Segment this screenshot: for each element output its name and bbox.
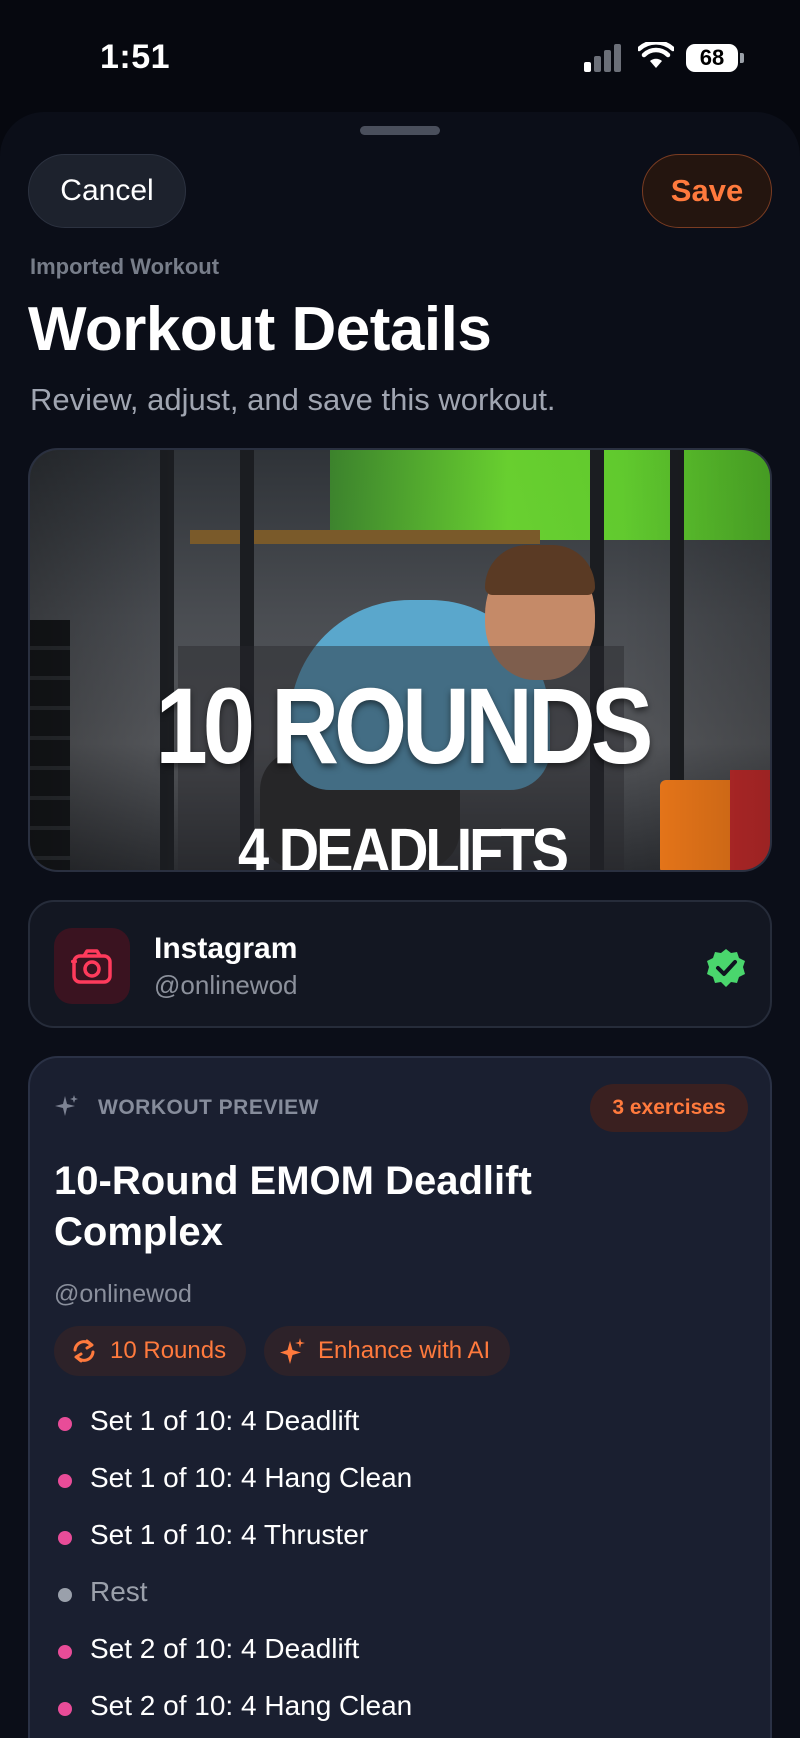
enhance-with-ai-label: Enhance with AI (318, 1337, 491, 1364)
verified-check-icon (707, 949, 745, 987)
list-item[interactable]: Set 1 of 10: 4 Thruster (54, 1506, 744, 1563)
rounds-chip[interactable]: 10 Rounds (54, 1326, 247, 1376)
exercise-count-badge: 3 exercises (590, 1084, 748, 1132)
camera-icon (54, 928, 130, 1004)
thumbnail-subline: 4 DEADLIFTS (238, 814, 569, 872)
status-time: 1:51 (100, 38, 171, 76)
page-title: Workout Details (28, 295, 492, 364)
enhance-with-ai-button[interactable]: Enhance with AI (264, 1326, 511, 1376)
sparkle-icon (280, 1338, 305, 1364)
bullet-icon (58, 1416, 72, 1431)
workout-thumbnail[interactable]: 10 ROUNDS 4 DEADLIFTS (28, 448, 772, 872)
workout-preview-card: WORKOUT PREVIEW 3 exercises 10-Round EMO… (28, 1056, 772, 1738)
source-handle: @onlinewod (154, 970, 298, 1000)
cellular-signal-icon (584, 44, 621, 72)
list-item[interactable]: Set 2 of 10: 4 Hang Clean (54, 1677, 744, 1734)
thumbnail-headline: 10 ROUNDS (155, 665, 653, 786)
save-button[interactable]: Save (642, 154, 772, 228)
list-item[interactable]: Set 2 of 10: 4 Deadlift (54, 1620, 744, 1677)
preview-section-label: WORKOUT PREVIEW (98, 1096, 319, 1119)
sheet-grabber[interactable] (360, 126, 440, 135)
source-platform: Instagram (154, 932, 298, 965)
bullet-icon (58, 1473, 72, 1488)
bullet-icon (58, 1701, 72, 1716)
list-item[interactable]: Set 1 of 10: 4 Deadlift (54, 1392, 744, 1449)
list-item[interactable]: Set 1 of 10: 4 Hang Clean (54, 1449, 744, 1506)
wifi-icon (638, 42, 674, 68)
bullet-icon (58, 1644, 72, 1659)
battery-icon: 68 (686, 44, 744, 72)
page-subtitle: Review, adjust, and save this workout. (30, 382, 556, 417)
status-bar: 1:51 68 (0, 0, 800, 110)
list-item[interactable]: Rest (54, 1563, 744, 1620)
workout-title: 10-Round EMOM Deadlift Complex (54, 1159, 532, 1254)
sparkle-icon (55, 1095, 78, 1116)
workout-steps-list: Set 1 of 10: 4 Deadlift Set 1 of 10: 4 H… (54, 1392, 744, 1734)
cancel-button[interactable]: Cancel (28, 154, 186, 228)
workout-details-sheet: Cancel Save Imported Workout Workout Det… (0, 112, 800, 1738)
bullet-icon (58, 1530, 72, 1545)
repeat-icon (73, 1339, 95, 1363)
workout-author: @onlinewod (54, 1280, 192, 1308)
bullet-icon (58, 1587, 72, 1602)
rounds-chip-label: 10 Rounds (110, 1337, 227, 1364)
battery-level: 68 (686, 44, 738, 72)
eyebrow-label: Imported Workout (30, 254, 220, 279)
source-card[interactable]: Instagram @onlinewod (28, 900, 772, 1028)
